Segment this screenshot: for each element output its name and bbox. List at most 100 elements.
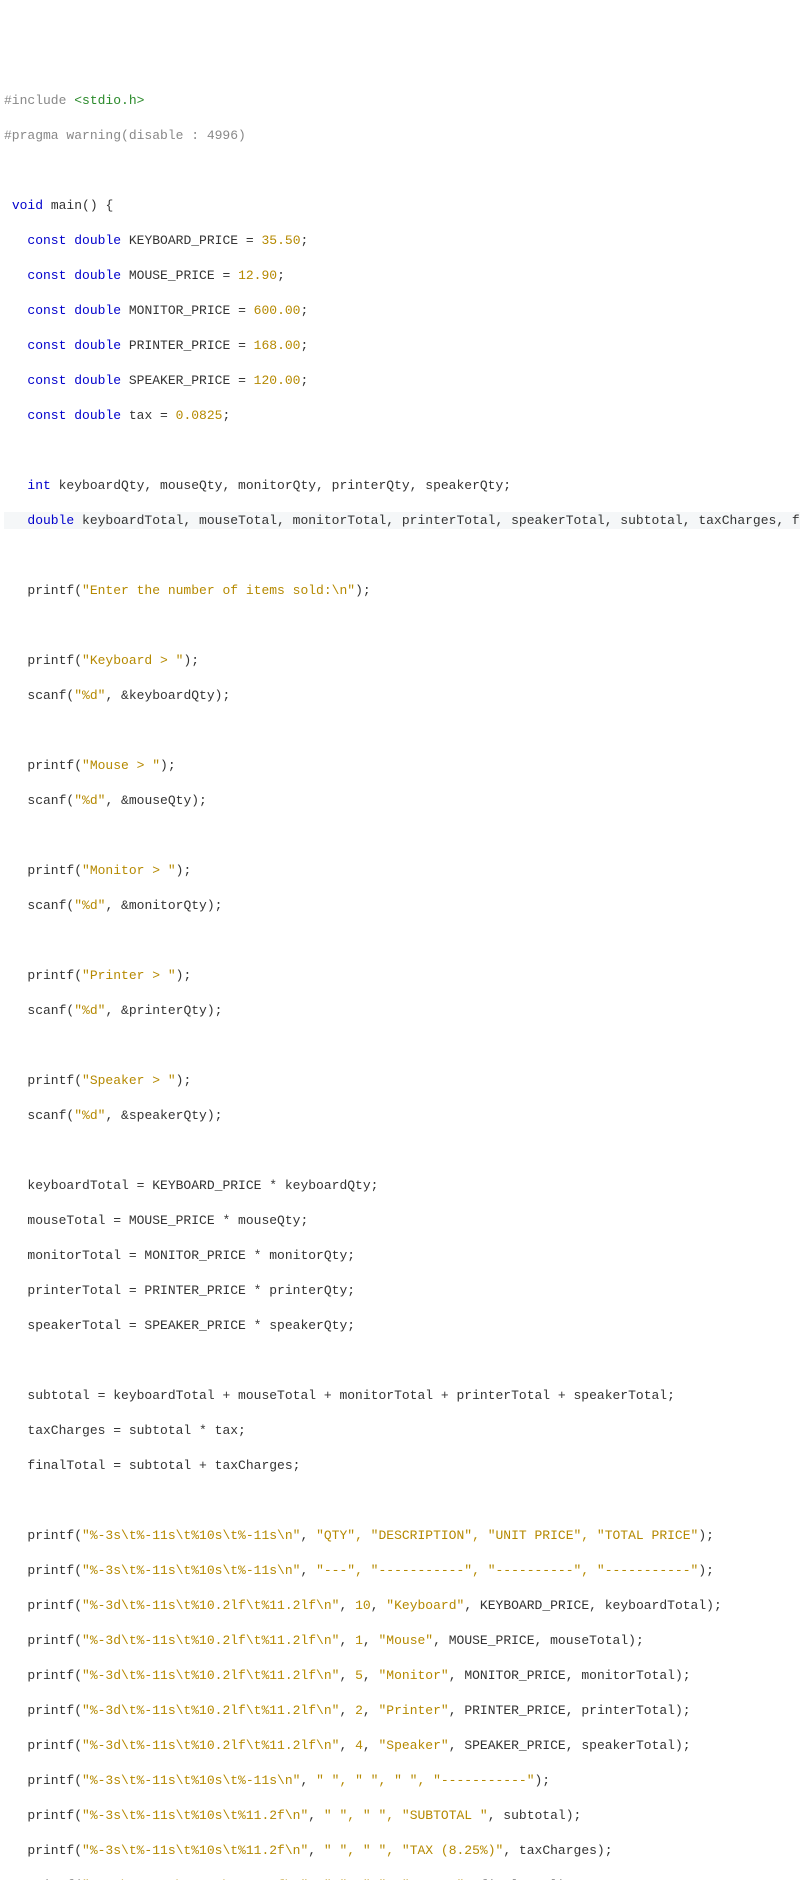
string-literal: "Keyboard > " — [82, 653, 183, 668]
code-line: mouseTotal = MOUSE_PRICE * mouseQty; — [4, 1212, 800, 1230]
code-line: printf("Monitor > "); — [4, 862, 800, 880]
fn-call: printf( — [27, 1073, 82, 1088]
string-literal: " ", " ", "SUBTOTAL " — [324, 1808, 488, 1823]
code-text: , &speakerQty); — [105, 1108, 222, 1123]
code-text: KEYBOARD_PRICE = — [121, 233, 261, 248]
number-literal: 120.00 — [254, 373, 301, 388]
code-text: , SPEAKER_PRICE, speakerTotal); — [449, 1738, 691, 1753]
fn-call: printf( — [27, 968, 82, 983]
fn-call: printf( — [27, 1703, 82, 1718]
number-literal: 10 — [355, 1598, 371, 1613]
string-literal: "%-3d\t%-11s\t%10.2lf\t%11.2lf\n" — [82, 1633, 339, 1648]
code-text: , MOUSE_PRICE, mouseTotal); — [433, 1633, 644, 1648]
code-line: keyboardTotal = KEYBOARD_PRICE * keyboar… — [4, 1177, 800, 1195]
code-text: ; — [300, 373, 308, 388]
string-literal: "Monitor > " — [82, 863, 176, 878]
string-literal: "Speaker > " — [82, 1073, 176, 1088]
code-line — [4, 722, 800, 740]
string-literal: " ", " ", "TOTAL " — [324, 1878, 464, 1880]
string-literal: "%-3s\t%-11s\t%10s\t%-11s\n" — [82, 1563, 300, 1578]
keyword: const — [27, 373, 66, 388]
code-line: const double PRINTER_PRICE = 168.00; — [4, 337, 800, 355]
code-text: , &mouseQty); — [105, 793, 206, 808]
string-literal: "Enter the number of items sold:\n" — [82, 583, 355, 598]
string-literal: "Mouse" — [379, 1633, 434, 1648]
code-text: , taxCharges); — [503, 1843, 612, 1858]
fn-call: printf( — [27, 1773, 82, 1788]
code-text: mouseTotal = MOUSE_PRICE * mouseQty; — [27, 1213, 308, 1228]
code-text: keyboardTotal, mouseTotal, monitorTotal,… — [74, 513, 800, 528]
fn-call: printf( — [27, 1738, 82, 1753]
code-text: ; — [301, 233, 309, 248]
code-text: finalTotal = subtotal + taxCharges; — [27, 1458, 300, 1473]
string-literal: "Mouse > " — [82, 758, 160, 773]
code-line: printf("%-3s\t%-11s\t%10s\t%11.2f\n", " … — [4, 1807, 800, 1825]
code-text: tax = — [121, 408, 176, 423]
pragma-line: #pragma warning(disable : 4996) — [4, 128, 246, 143]
keyword: int — [27, 478, 50, 493]
string-literal: "---", "-----------", "----------", "---… — [316, 1563, 698, 1578]
fn-call: scanf( — [27, 1108, 74, 1123]
code-line: printf("%-3s\t%-11s\t%10s\t%-11s\n", "--… — [4, 1562, 800, 1580]
code-text: ; — [222, 408, 230, 423]
string-literal: "%d" — [74, 688, 105, 703]
fn-call: printf( — [27, 1563, 82, 1578]
string-literal: "%d" — [74, 1003, 105, 1018]
code-text: ); — [183, 653, 199, 668]
keyword: const — [27, 338, 66, 353]
code-line — [4, 162, 800, 180]
code-line: printerTotal = PRINTER_PRICE * printerQt… — [4, 1282, 800, 1300]
string-literal: "%-3s\t%-11s\t%10s\t%11.2f\n" — [82, 1878, 308, 1880]
number-literal: 168.00 — [254, 338, 301, 353]
code-text: ); — [176, 968, 192, 983]
fn-call: scanf( — [27, 898, 74, 913]
code-text: ); — [160, 758, 176, 773]
code-line: printf("%-3s\t%-11s\t%10s\t%-11s\n", " "… — [4, 1772, 800, 1790]
code-line — [4, 617, 800, 635]
code-text: , PRINTER_PRICE, printerTotal); — [449, 1703, 691, 1718]
keyword: const — [27, 268, 66, 283]
code-line — [4, 547, 800, 565]
string-literal: "Printer" — [379, 1703, 449, 1718]
string-literal: " ", " ", "TAX (8.25%)" — [324, 1843, 503, 1858]
code-text: ); — [698, 1528, 714, 1543]
code-line: printf("%-3d\t%-11s\t%10.2lf\t%11.2lf\n"… — [4, 1597, 800, 1615]
code-line — [4, 1142, 800, 1160]
number-literal: 35.50 — [261, 233, 300, 248]
code-line: printf("Speaker > "); — [4, 1072, 800, 1090]
code-text: MOUSE_PRICE = — [121, 268, 238, 283]
code-line: printf("Enter the number of items sold:\… — [4, 582, 800, 600]
code-line: scanf("%d", &speakerQty); — [4, 1107, 800, 1125]
keyword: double — [74, 338, 121, 353]
code-line — [4, 827, 800, 845]
string-literal: "Keyboard" — [386, 1598, 464, 1613]
string-literal: "Monitor" — [379, 1668, 449, 1683]
keyword: double — [74, 268, 121, 283]
string-literal: "%d" — [74, 898, 105, 913]
keyword: double — [74, 303, 121, 318]
code-line: #pragma warning(disable : 4996) — [4, 127, 800, 145]
string-literal: "%-3d\t%-11s\t%10.2lf\t%11.2lf\n" — [82, 1703, 339, 1718]
code-text: ; — [300, 338, 308, 353]
code-text: taxCharges = subtotal * tax; — [27, 1423, 245, 1438]
code-text: , &printerQty); — [105, 1003, 222, 1018]
code-line: printf("%-3d\t%-11s\t%10.2lf\t%11.2lf\n"… — [4, 1667, 800, 1685]
fn-call: scanf( — [27, 1003, 74, 1018]
code-line — [4, 1352, 800, 1370]
code-line: printf("%-3d\t%-11s\t%10.2lf\t%11.2lf\n"… — [4, 1737, 800, 1755]
code-line: const double MOUSE_PRICE = 12.90; — [4, 267, 800, 285]
number-literal: 0.0825 — [176, 408, 223, 423]
code-line: #include <stdio.h> — [4, 92, 800, 110]
keyword: double — [74, 408, 121, 423]
code-text: ); — [535, 1773, 551, 1788]
code-text: monitorTotal = MONITOR_PRICE * monitorQt… — [27, 1248, 355, 1263]
code-text: , KEYBOARD_PRICE, keyboardTotal); — [464, 1598, 721, 1613]
code-text: PRINTER_PRICE = — [121, 338, 254, 353]
code-line: const double MONITOR_PRICE = 600.00; — [4, 302, 800, 320]
code-editor: #include <stdio.h> #pragma warning(disab… — [0, 70, 800, 1880]
fn-call: printf( — [27, 653, 82, 668]
number-literal: 12.90 — [238, 268, 277, 283]
code-line — [4, 442, 800, 460]
fn-call: printf( — [27, 1633, 82, 1648]
keyword: double — [74, 233, 121, 248]
